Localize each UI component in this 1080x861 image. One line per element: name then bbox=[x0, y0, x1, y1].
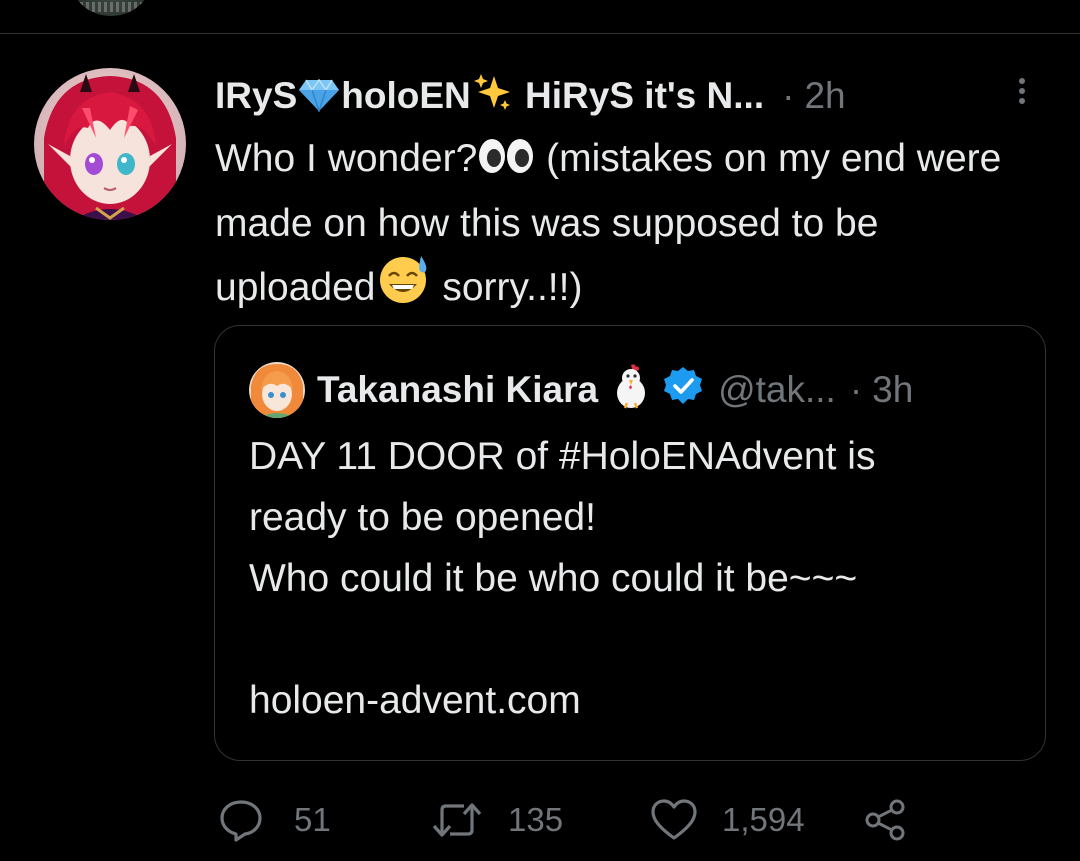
share-icon bbox=[862, 798, 910, 842]
avatar-image bbox=[34, 68, 186, 220]
tweet-text-part3: sorry..!!) bbox=[431, 266, 583, 309]
more-vertical-icon[interactable] bbox=[1012, 74, 1032, 108]
quoted-tweet-card[interactable]: Takanashi Kiara @tak... · 3h DAY 11 DOOR… bbox=[214, 325, 1046, 761]
quoted-link[interactable]: holoen-advent.com bbox=[249, 670, 1009, 731]
sweat-smile-emoji-icon bbox=[377, 254, 431, 322]
display-name-part3: HiRyS it's N... bbox=[514, 74, 765, 116]
tweet-text-part1: Who I wonder? bbox=[215, 137, 478, 180]
action-bar: 51 135 1,594 bbox=[218, 795, 938, 845]
time-separator: · bbox=[782, 75, 795, 116]
tweet-time[interactable]: 2h bbox=[804, 75, 845, 117]
retweet-button[interactable]: 135 bbox=[430, 795, 563, 845]
reply-button[interactable]: 51 bbox=[218, 795, 331, 845]
retweet-icon bbox=[430, 798, 484, 842]
quoted-avatar-image bbox=[249, 362, 305, 418]
tweet-header: IRyS holoEN HiRyS it's N... · 2h bbox=[215, 70, 846, 122]
previous-tweet-avatar[interactable] bbox=[70, 0, 152, 16]
sparkles-icon bbox=[472, 72, 514, 121]
tweet-page: IRyS holoEN HiRyS it's N... · 2h Who I wo… bbox=[0, 0, 1080, 861]
display-name-part1: IRyS bbox=[215, 74, 298, 116]
display-name-part2: holoEN bbox=[341, 74, 471, 116]
reply-icon bbox=[218, 798, 264, 842]
like-count: 1,594 bbox=[722, 801, 805, 838]
quoted-avatar[interactable] bbox=[249, 362, 305, 418]
quoted-time[interactable]: 3h bbox=[872, 369, 913, 411]
retweet-count: 135 bbox=[508, 801, 564, 838]
quoted-display-name[interactable]: Takanashi Kiara bbox=[317, 369, 598, 411]
quoted-tweet-text: DAY 11 DOOR of #HoloENAdvent is ready to… bbox=[249, 426, 1009, 731]
quoted-tweet-header: Takanashi Kiara @tak... · 3h bbox=[249, 362, 913, 418]
reply-count: 51 bbox=[294, 801, 331, 838]
like-button[interactable]: 1,594 bbox=[650, 795, 805, 845]
avatar[interactable] bbox=[34, 68, 186, 220]
tweet-text: Who I wonder? (mistakes on my end were m… bbox=[215, 128, 1035, 322]
heart-icon bbox=[650, 798, 698, 842]
quoted-time-separator: · bbox=[849, 369, 863, 410]
verified-badge-icon bbox=[663, 366, 703, 415]
quoted-text-line: ready to be opened! bbox=[249, 496, 596, 539]
eyes-emoji-icon bbox=[478, 132, 534, 193]
chicken-emoji-icon bbox=[612, 363, 650, 418]
quoted-text-line: DAY 11 DOOR of #HoloENAdvent is bbox=[249, 435, 876, 478]
tweet-divider bbox=[0, 33, 1080, 34]
share-button[interactable] bbox=[862, 795, 910, 845]
display-name[interactable]: IRyS holoEN HiRyS it's N... bbox=[215, 72, 764, 121]
quoted-text-line: Who could it be who could it be~~~ bbox=[249, 557, 858, 600]
gem-icon bbox=[298, 78, 340, 121]
quoted-handle[interactable]: @tak... bbox=[718, 369, 836, 411]
quoted-text-line bbox=[249, 609, 1009, 670]
